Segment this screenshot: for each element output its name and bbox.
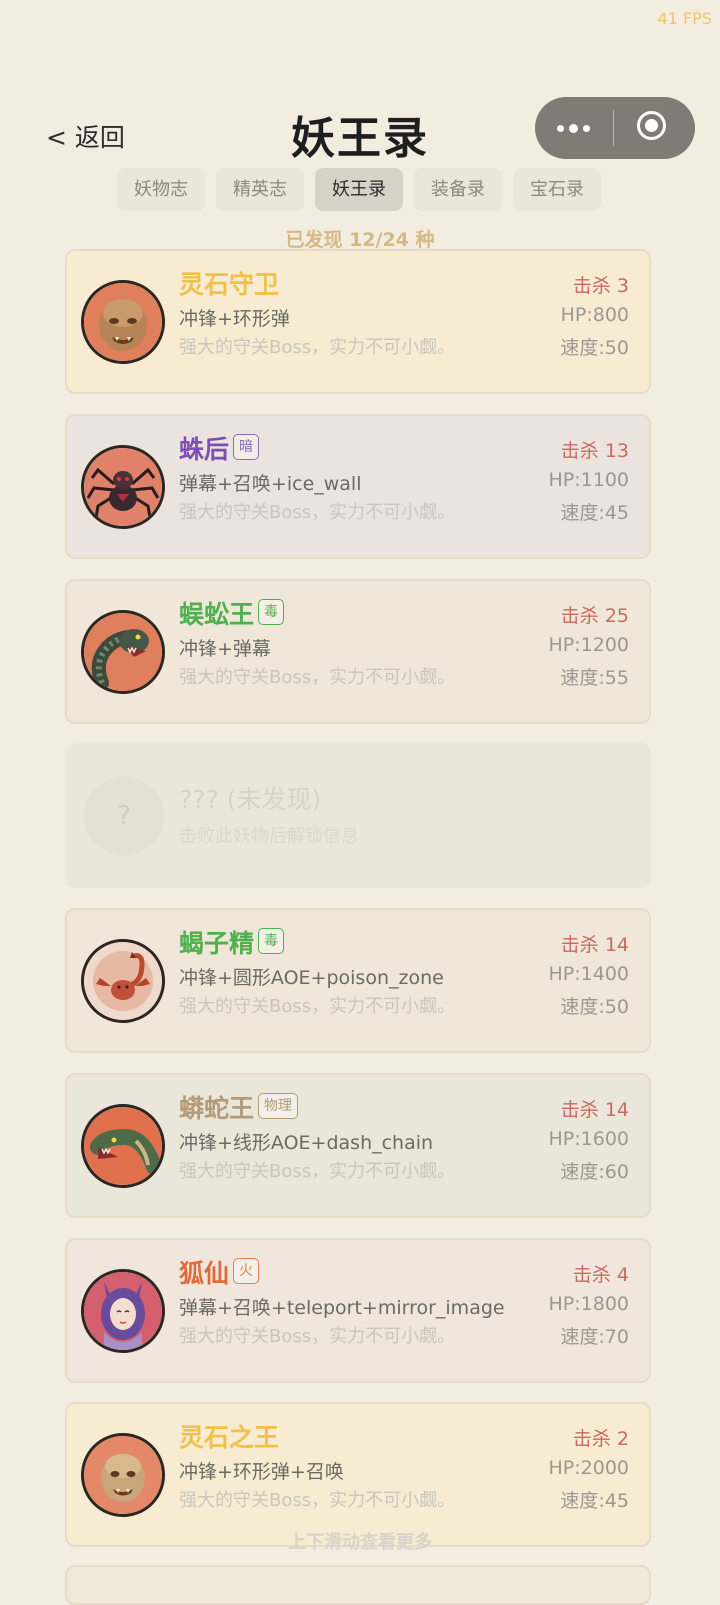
- boss-name: 蝎子精: [179, 929, 255, 958]
- boss-name: 灵石之王: [179, 1423, 280, 1452]
- element-badge: 火: [233, 1258, 259, 1284]
- centipede-icon: [81, 610, 165, 694]
- kill-count: 击杀 3: [572, 275, 629, 297]
- kill-count: 击杀 4: [572, 1264, 629, 1286]
- boss-speed: 速度:70: [560, 1326, 629, 1348]
- boss-speed: 速度:50: [560, 337, 629, 359]
- boss-name: 蜈蚣王: [179, 600, 255, 629]
- boss-card-scorpion-spirit[interactable]: 蝎子精 毒 冲锋+圆形AOE+poison_zone 强大的守关Boss，实力不…: [65, 908, 651, 1053]
- boss-hp: HP:2000: [548, 1457, 630, 1479]
- locked-boss-card: ? ??? (未发现) 击败此妖物后解锁信息: [65, 743, 651, 888]
- more-dot-icon: [557, 125, 564, 132]
- kill-count: 击杀 14: [560, 934, 629, 956]
- element-badge: 暗: [233, 434, 259, 460]
- tab-equipment[interactable]: 装备录: [414, 168, 502, 211]
- boss-speed: 速度:55: [560, 667, 629, 689]
- kill-count: 击杀 2: [572, 1428, 629, 1450]
- boss-card-centipede-king[interactable]: 蜈蚣王 毒 冲锋+弹幕 强大的守关Boss，实力不可小觑。 击杀 25 HP:1…: [65, 579, 651, 724]
- boss-card-spider-queen[interactable]: 蛛后 暗 弹幕+召唤+ice_wall 强大的守关Boss，实力不可小觑。 击杀…: [65, 414, 651, 559]
- close-dot-icon: [645, 119, 658, 132]
- boss-card-partial[interactable]: [65, 1565, 651, 1605]
- boss-card-python-king[interactable]: 蟒蛇王 物理 冲锋+线形AOE+dash_chain 强大的守关Boss，实力不…: [65, 1073, 651, 1218]
- boss-hp: HP:800: [560, 304, 629, 326]
- miniprogram-capsule: [535, 97, 695, 159]
- boss-hp: HP:1400: [548, 963, 630, 985]
- boss-speed: 速度:45: [560, 1490, 629, 1512]
- close-button[interactable]: [614, 97, 695, 159]
- boss-skills: 冲锋+弹幕: [179, 638, 271, 660]
- more-dot-icon: [569, 124, 578, 133]
- boss-name: 狐仙: [179, 1259, 230, 1288]
- kill-count: 击杀 13: [560, 440, 629, 462]
- locked-title: ??? (未发现): [179, 785, 322, 814]
- element-badge: 毒: [258, 928, 284, 954]
- boss-hp: HP:1800: [548, 1293, 630, 1315]
- boss-description: 强大的守关Boss，实力不可小觑。: [179, 502, 456, 523]
- boss-skills: 弹幕+召唤+ice_wall: [179, 473, 362, 495]
- fox-spirit-icon: [81, 1269, 165, 1353]
- boss-speed: 速度:45: [560, 502, 629, 524]
- serpent-icon: [81, 1104, 165, 1188]
- boss-description: 强大的守关Boss，实力不可小觑。: [179, 1161, 456, 1182]
- boss-description: 强大的守关Boss，实力不可小觑。: [179, 337, 456, 358]
- discovered-count: 已发现 12/24 种: [285, 229, 435, 251]
- boss-skills: 冲锋+环形弹+召唤: [179, 1461, 344, 1483]
- spider-icon: [81, 445, 165, 529]
- tab-monsters[interactable]: 妖物志: [117, 168, 205, 211]
- boss-card-stone-king[interactable]: 灵石之王 冲锋+环形弹+召唤 强大的守关Boss，实力不可小觑。 击杀 2 HP…: [65, 1402, 651, 1547]
- boss-speed: 速度:50: [560, 996, 629, 1018]
- boss-name: 蟒蛇王: [179, 1094, 255, 1123]
- boss-description: 强大的守关Boss，实力不可小觑。: [179, 1490, 456, 1511]
- boss-hp: HP:1600: [548, 1128, 630, 1150]
- scorpion-icon: [81, 939, 165, 1023]
- tab-gems[interactable]: 宝石录: [513, 168, 601, 211]
- boss-skills: 冲锋+环形弹: [179, 308, 290, 330]
- fps-counter: 41 FPS: [657, 9, 712, 28]
- kill-count: 击杀 14: [560, 1099, 629, 1121]
- element-badge: 物理: [258, 1093, 298, 1119]
- tab-elites[interactable]: 精英志: [216, 168, 304, 211]
- unknown-icon: ?: [84, 776, 164, 856]
- boss-name: 蛛后: [179, 435, 230, 464]
- scroll-hint: 上下滑动查看更多: [288, 1532, 432, 1553]
- more-button[interactable]: [535, 97, 613, 159]
- stone-king-icon: [81, 1433, 165, 1517]
- boss-card-fox-spirit[interactable]: 狐仙 火 弹幕+召唤+teleport+mirror_image 强大的守关Bo…: [65, 1238, 651, 1383]
- boss-skills: 弹幕+召唤+teleport+mirror_image: [179, 1297, 505, 1319]
- boss-card-stone-guardian[interactable]: 灵石守卫 冲锋+环形弹 强大的守关Boss，实力不可小觑。 击杀 3 HP:80…: [65, 249, 651, 394]
- boss-name: 灵石守卫: [179, 270, 280, 299]
- tab-bosses[interactable]: 妖王录: [315, 168, 403, 211]
- boss-speed: 速度:60: [560, 1161, 629, 1183]
- boss-skills: 冲锋+圆形AOE+poison_zone: [179, 967, 444, 989]
- boss-description: 强大的守关Boss，实力不可小觑。: [179, 996, 456, 1017]
- more-dot-icon: [583, 125, 590, 132]
- boss-skills: 冲锋+线形AOE+dash_chain: [179, 1132, 434, 1154]
- boss-description: 强大的守关Boss，实力不可小觑。: [179, 667, 456, 688]
- stone-guardian-icon: [81, 280, 165, 364]
- locked-hint: 击败此妖物后解锁信息: [179, 826, 359, 847]
- boss-hp: HP:1200: [548, 634, 630, 656]
- boss-description: 强大的守关Boss，实力不可小觑。: [179, 1326, 456, 1347]
- element-badge: 毒: [258, 599, 284, 625]
- boss-hp: HP:1100: [548, 469, 630, 491]
- kill-count: 击杀 25: [560, 605, 629, 627]
